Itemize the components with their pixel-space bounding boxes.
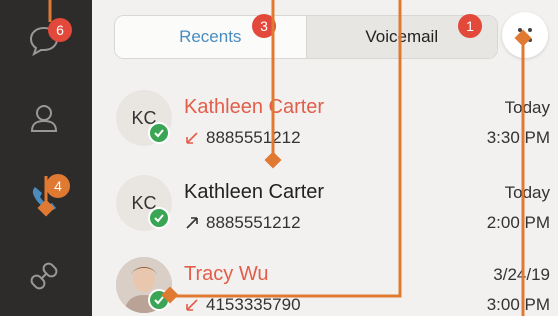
recents-badge: 3 <box>252 14 276 38</box>
call-date: Today <box>504 98 550 117</box>
caller-number-row: 4153335790 <box>184 295 301 315</box>
presence-available-icon <box>148 207 170 229</box>
main-panel: Recents Voicemail 3 1 KC Kathleen Carter <box>92 0 558 316</box>
caller-name: Tracy Wu <box>184 263 269 285</box>
calls-badge: 4 <box>46 174 70 198</box>
call-list-item[interactable]: KC Kathleen Carter 8885551212 Today 2:00… <box>92 165 558 245</box>
tab-recents-label: Recents <box>179 27 242 46</box>
caller-name: Kathleen Carter <box>184 96 325 118</box>
voicemail-badge: 1 <box>458 14 482 38</box>
call-time: 3:30 PM <box>486 128 550 147</box>
call-time: 2:00 PM <box>486 213 550 232</box>
link-icon <box>30 262 58 290</box>
caller-number-row: 8885551212 <box>184 128 301 148</box>
caller-number: 8885551212 <box>206 128 301 147</box>
grid-dots-icon <box>518 28 532 42</box>
chat-badge: 6 <box>48 18 72 42</box>
sidebar-item-calls[interactable]: 4 <box>18 172 70 224</box>
outgoing-call-icon <box>186 217 198 229</box>
tab-voicemail-label: Voicemail <box>365 27 439 46</box>
call-list-item[interactable]: Tracy Wu 4153335790 3/24/19 3:00 PM <box>92 247 558 316</box>
incoming-call-icon <box>186 132 198 144</box>
app-window: 6 4 Recents Voicemail 3 1 KC Kathleen Ca… <box>0 0 558 316</box>
more-button[interactable] <box>502 12 548 58</box>
caller-number: 4153335790 <box>206 295 301 314</box>
caller-number: 8885551212 <box>206 213 301 232</box>
person-icon <box>30 105 58 132</box>
sidebar-item-contacts[interactable] <box>18 92 70 144</box>
presence-available-icon <box>148 289 170 311</box>
sidebar-item-chat[interactable]: 6 <box>18 14 72 66</box>
presence-available-icon <box>148 122 170 144</box>
call-time: 3:00 PM <box>486 295 550 314</box>
caller-name: Kathleen Carter <box>184 181 325 203</box>
tab-control: Recents Voicemail <box>114 15 498 59</box>
sidebar-item-links[interactable] <box>18 250 70 302</box>
incoming-call-icon <box>186 299 198 311</box>
sidebar: 6 4 <box>0 0 92 316</box>
call-list-item[interactable]: KC Kathleen Carter 8885551212 Today 3:30… <box>92 80 558 160</box>
call-date: 3/24/19 <box>493 265 550 284</box>
tab-recents[interactable]: Recents <box>115 16 307 58</box>
caller-number-row: 8885551212 <box>184 213 301 233</box>
call-date: Today <box>504 183 550 202</box>
